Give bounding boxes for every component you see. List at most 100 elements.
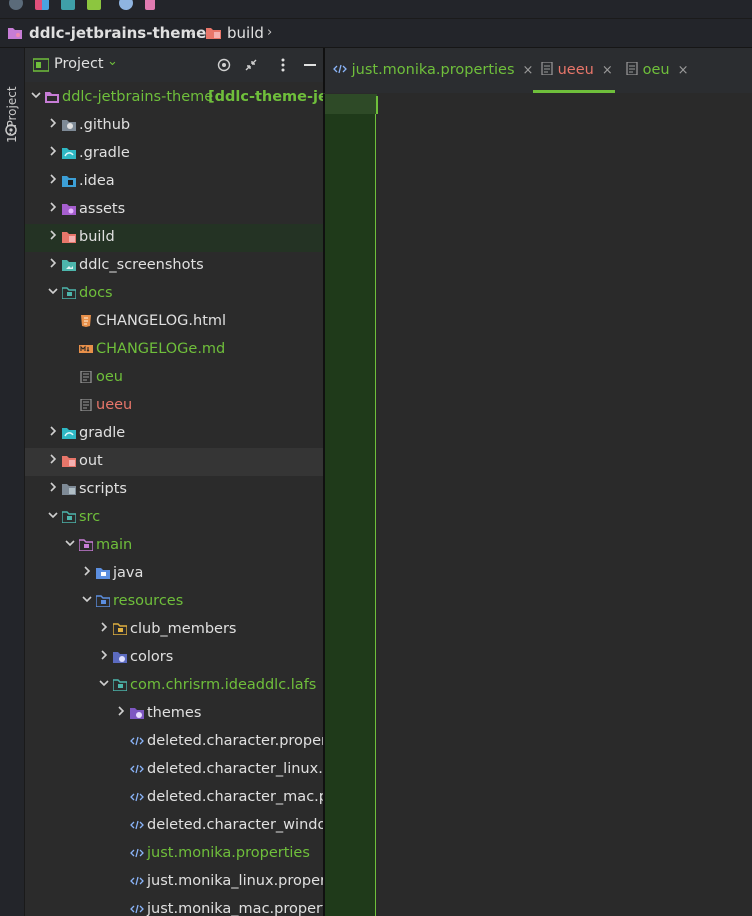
chevron-right-icon[interactable] [82, 566, 92, 576]
search-everywhere-icon[interactable] [9, 0, 23, 10]
tree-item-resources[interactable]: resources [25, 588, 323, 616]
properties-file-icon [130, 904, 144, 914]
tab-oeu[interactable]: oeu × [626, 61, 689, 78]
tree-item-properties-file[interactable]: deleted.character_linux.p [25, 756, 323, 784]
tree-item-java[interactable]: java [25, 560, 323, 588]
tree-item-properties-file[interactable]: deleted.character_window [25, 812, 323, 840]
chevron-down-icon[interactable] [48, 286, 58, 296]
tab-ueeu[interactable]: ueeu × [541, 61, 613, 78]
properties-file-icon [130, 764, 144, 774]
project-structure-icon[interactable] [35, 0, 49, 10]
tree-item-colors[interactable]: colors [25, 644, 323, 672]
plugins-icon[interactable] [87, 0, 101, 10]
properties-file-icon [130, 820, 144, 830]
tree-item-label: CHANGELOG.html [96, 313, 227, 329]
tab-label: just.monika.properties [351, 62, 515, 78]
tree-item-label: CHANGELOGe.md [96, 341, 226, 357]
chevron-right-icon[interactable] [48, 258, 58, 268]
editor-area[interactable] [323, 94, 752, 916]
chevron-right-icon[interactable] [99, 650, 109, 660]
tree-item-out[interactable]: out [25, 448, 323, 476]
active-tab-indicator [533, 90, 615, 93]
tree-item-changeloge-md[interactable]: CHANGELOGe.md [25, 336, 323, 364]
collapse-all-icon[interactable] [244, 58, 258, 72]
palette-folder-icon [113, 652, 127, 663]
chevron-right-icon[interactable] [48, 146, 58, 156]
tree-item-ueeu[interactable]: ueeu [25, 392, 323, 420]
chevron-down-icon[interactable] [82, 594, 92, 604]
tree-item-label: com.chrisrm.ideaddlc.lafs [130, 677, 317, 693]
tree-item-properties-file[interactable]: just.monika_mac.properti [25, 896, 323, 916]
tree-item-build[interactable]: build [25, 224, 323, 252]
tree-item-src[interactable]: src [25, 504, 323, 532]
breadcrumb-project[interactable]: ddlc-jetbrains-theme [29, 24, 206, 42]
tree-item-label: just.monika_linux.propert [147, 873, 323, 889]
tree-item-club-members[interactable]: club_members [25, 616, 323, 644]
chevron-right-icon[interactable] [116, 706, 126, 716]
close-icon[interactable]: × [602, 63, 613, 78]
chevron-right-icon[interactable] [99, 622, 109, 632]
tree-item-label: ddlc-jetbrains-theme [62, 89, 214, 105]
theme-icon[interactable] [145, 0, 155, 10]
chevron-right-icon[interactable] [48, 118, 58, 128]
more-options-icon[interactable] [281, 58, 285, 72]
tree-item-root[interactable]: ddlc-jetbrains-theme [ddlc-theme-jetb [25, 84, 323, 112]
tree-item-dot-gradle[interactable]: .gradle [25, 140, 323, 168]
tree-item-properties-file[interactable]: deleted.character.propert [25, 728, 323, 756]
tree-item-themes[interactable]: themes [25, 700, 323, 728]
tree-item-main[interactable]: main [25, 532, 323, 560]
tree-item-github[interactable]: .github [25, 112, 323, 140]
module-folder-icon [45, 92, 59, 103]
tree-item-label: src [79, 509, 101, 525]
editor-gutter[interactable] [325, 94, 376, 916]
package-folder-icon [113, 679, 127, 691]
hide-panel-icon[interactable] [304, 64, 316, 67]
chevron-right-icon[interactable] [48, 230, 58, 240]
locate-file-icon[interactable] [217, 58, 231, 72]
tree-item-lafs-package[interactable]: com.chrisrm.ideaddlc.lafs [25, 672, 323, 700]
tree-item-oeu[interactable]: oeu [25, 364, 323, 392]
vcs-icon[interactable] [61, 0, 75, 10]
assets-folder-icon [62, 204, 76, 215]
tree-item-docs[interactable]: docs [25, 280, 323, 308]
close-icon[interactable]: × [678, 63, 689, 78]
chevron-down-icon[interactable] [48, 510, 58, 520]
tree-item-label: deleted.character_window [147, 817, 323, 833]
text-file-icon [80, 399, 92, 411]
text-file-icon [541, 61, 553, 76]
tree-item-assets[interactable]: assets [25, 196, 323, 224]
breadcrumb-folder[interactable]: build [227, 24, 264, 42]
tree-item-label: themes [147, 705, 202, 721]
tree-item-label: scripts [79, 481, 127, 497]
tree-item-properties-file[interactable]: just.monika_linux.propert [25, 868, 323, 896]
project-view-icon [33, 58, 49, 72]
tree-item-properties-file[interactable]: deleted.character_mac.pr [25, 784, 323, 812]
chevron-down-icon[interactable]: ⌄ [107, 54, 118, 69]
tree-item-gradle[interactable]: gradle [25, 420, 323, 448]
project-view-title[interactable]: Project [54, 56, 104, 72]
chevron-down-icon[interactable] [31, 90, 41, 100]
tree-item-label: out [79, 453, 103, 469]
chevron-down-icon[interactable] [99, 678, 109, 688]
docs-folder-icon [62, 287, 76, 299]
tab-just-monika-properties[interactable]: just.monika.properties × [333, 62, 533, 78]
tree-item-label: build [79, 229, 115, 245]
tree-item-ddlc-screenshots[interactable]: ddlc_screenshots [25, 252, 323, 280]
main-folder-icon [79, 539, 93, 551]
chevron-right-icon[interactable] [48, 202, 58, 212]
tree-item-label: java [113, 565, 144, 581]
chevron-right-icon[interactable] [48, 174, 58, 184]
close-icon[interactable]: × [523, 63, 534, 78]
tree-item-properties-file[interactable]: just.monika.properties [25, 840, 323, 868]
chevron-down-icon[interactable] [65, 538, 75, 548]
chevron-right-icon[interactable] [48, 482, 58, 492]
project-tool-tab[interactable]: 1: Project [2, 56, 22, 176]
project-folder-icon [8, 28, 22, 39]
chevron-right-icon[interactable] [48, 426, 58, 436]
tree-item-scripts[interactable]: scripts [25, 476, 323, 504]
chevron-right-icon[interactable] [48, 454, 58, 464]
tree-item-idea[interactable]: .idea [25, 168, 323, 196]
settings-icon[interactable] [119, 0, 133, 10]
build-folder-icon [62, 232, 76, 243]
tree-item-changelog-html[interactable]: CHANGELOG.html [25, 308, 323, 336]
